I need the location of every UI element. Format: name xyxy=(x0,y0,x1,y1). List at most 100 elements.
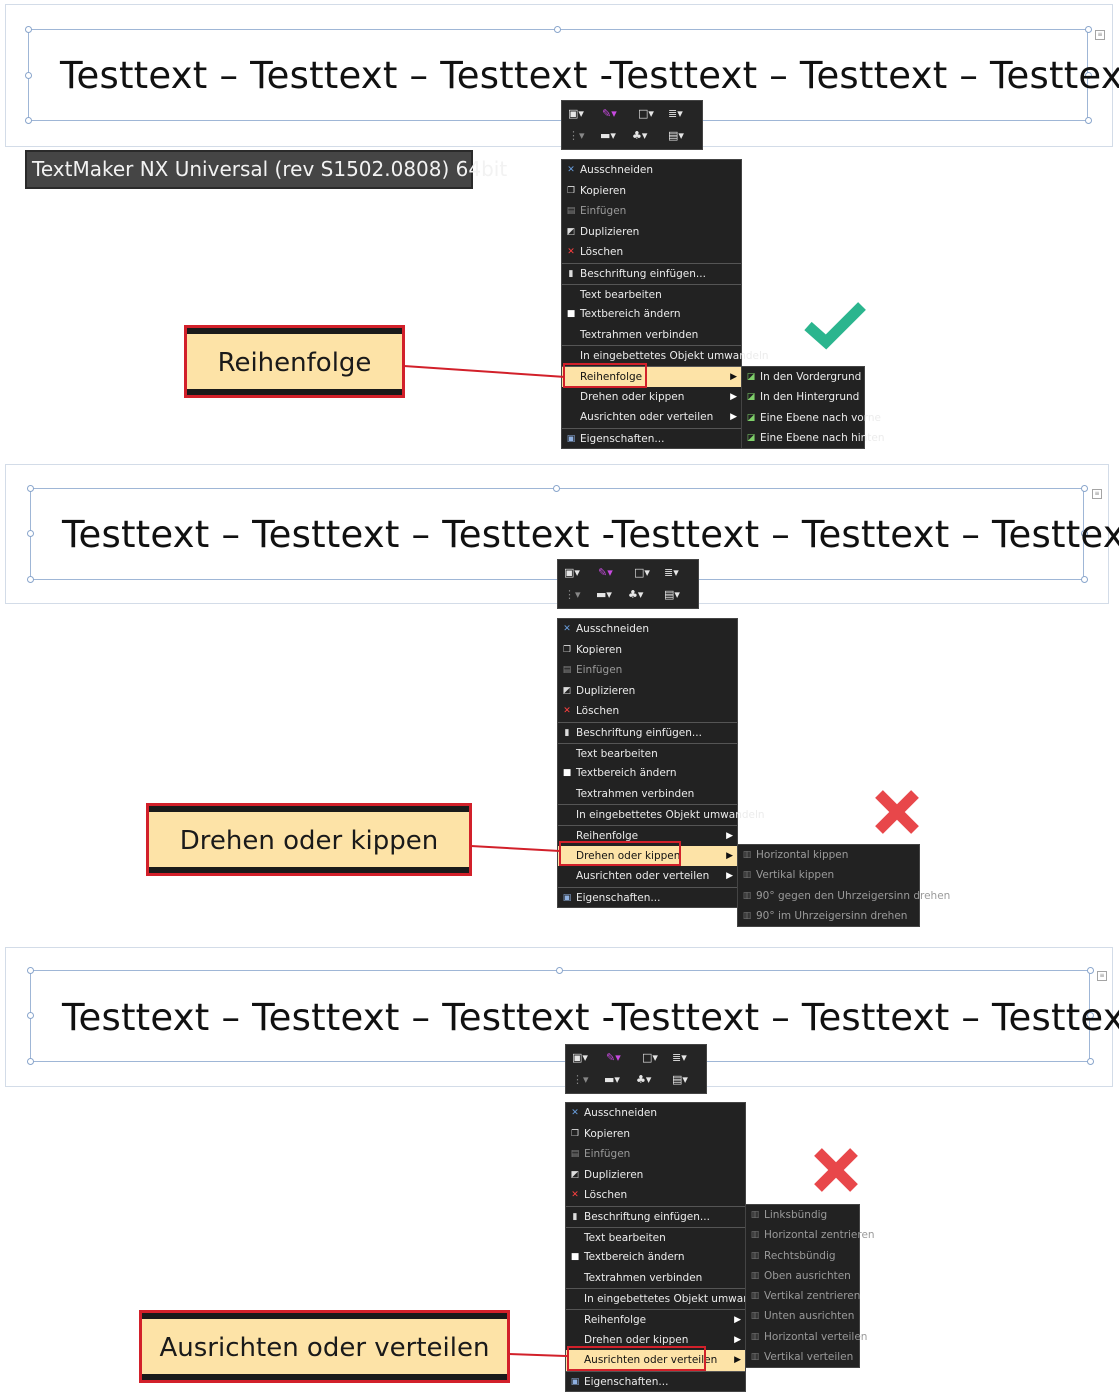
wrap-icon[interactable]: ▤▾ xyxy=(668,129,684,143)
submenu-item-in-den-hintergrund[interactable]: ◪ In den Hintergrund xyxy=(742,387,864,407)
menu-item-löschen[interactable]: ✕ Löschen xyxy=(562,242,741,263)
menu-item-ausrichten-oder-verteilen[interactable]: Ausrichten oder verteilen ▶ xyxy=(558,866,737,887)
menu-item-textrahmen-verbinden[interactable]: Textrahmen verbinden xyxy=(566,1268,745,1289)
submenu-item-oben-ausrichten[interactable]: ▥ Oben ausrichten xyxy=(746,1266,859,1286)
submenu-item-unten-ausrichten[interactable]: ▥ Unten ausrichten xyxy=(746,1306,859,1326)
fill-color-icon[interactable]: ▣▾ xyxy=(564,566,580,580)
arrange-icon[interactable]: ⋮▾ xyxy=(568,129,585,143)
menu-item-kopieren[interactable]: ❐ Kopieren xyxy=(566,1124,745,1145)
line-color-icon[interactable]: ✎▾ xyxy=(602,107,617,121)
selection-handle[interactable] xyxy=(27,485,34,492)
line-color-icon[interactable]: ✎▾ xyxy=(598,566,613,580)
submenu-item-vertikal-verteilen[interactable]: ▥ Vertikal verteilen xyxy=(746,1347,859,1367)
selection-handle[interactable] xyxy=(556,967,563,974)
menu-item-ausschneiden[interactable]: ✕ Ausschneiden xyxy=(566,1103,745,1124)
submenu-item-vertikal-zentrieren[interactable]: ▥ Vertikal zentrieren xyxy=(746,1286,861,1306)
menu-item-beschriftung-einfügen[interactable]: ▮ Beschriftung einfügen... xyxy=(566,1205,745,1227)
shadow-icon[interactable]: ▬▾ xyxy=(604,1073,620,1087)
menu-item-in-eingebettetes-objekt-umwandeln[interactable]: In eingebettetes Objekt umwandeln xyxy=(558,804,765,825)
menu-item-ausschneiden[interactable]: ✕ Ausschneiden xyxy=(562,160,741,181)
menu-item-text-bearbeiten[interactable]: Text bearbeiten xyxy=(558,742,737,764)
submenu-item-90-im-uhrzeigersinn-drehen[interactable]: ▥ 90° im Uhrzeigersinn drehen xyxy=(738,906,919,926)
menu-item-drehen-oder-kippen[interactable]: Drehen oder kippen ▶ xyxy=(562,387,741,408)
menu-item-textbereich-ändern[interactable]: ■ Textbereich ändern xyxy=(558,763,737,784)
line-style-icon[interactable]: ≣▾ xyxy=(672,1051,687,1065)
menu-item-duplizieren[interactable]: ◩ Duplizieren xyxy=(562,222,741,243)
menu-item-beschriftung-einfügen[interactable]: ▮ Beschriftung einfügen... xyxy=(558,721,737,743)
arrange-icon[interactable]: ⋮▾ xyxy=(572,1073,589,1087)
submenu-item-eine-ebene-nach-vorne[interactable]: ◪ Eine Ebene nach vorne xyxy=(742,408,881,428)
submenu-reihenfolge: ◪ In den Vordergrund ◪ In den Hintergrund ◪ E… xyxy=(741,366,885,450)
shape-outline-icon[interactable]: □▾ xyxy=(634,566,650,580)
submenu-item-eine-ebene-nach-hinten[interactable]: ◪ Eine Ebene nach hinten xyxy=(742,428,885,448)
selection-handle[interactable] xyxy=(553,485,560,492)
menu-item-textbereich-ändern[interactable]: ■ Textbereich ändern xyxy=(566,1247,745,1268)
submenu-item-horizontal-zentrieren[interactable]: ▥ Horizontal zentrieren xyxy=(746,1225,875,1245)
menu-item-ausrichten-oder-verteilen[interactable]: Ausrichten oder verteilen ▶ xyxy=(562,407,741,428)
menu-item-textbereich-ändern[interactable]: ■ Textbereich ändern xyxy=(562,304,741,325)
fill-color-icon[interactable]: ▣▾ xyxy=(572,1051,588,1065)
shadow-icon[interactable]: ▬▾ xyxy=(596,588,612,602)
menu-item-eigenschaften[interactable]: ▣ Eigenschaften... xyxy=(562,427,741,449)
selection-handle[interactable] xyxy=(25,72,32,79)
menu-item-löschen[interactable]: ✕ Löschen xyxy=(566,1185,745,1206)
selection-handle[interactable] xyxy=(1085,26,1092,33)
shadow-icon[interactable]: ▬▾ xyxy=(600,129,616,143)
selection-handle[interactable] xyxy=(554,26,561,33)
frame-options-icon[interactable]: ≡ xyxy=(1092,489,1102,499)
menu-item-text-bearbeiten[interactable]: Text bearbeiten xyxy=(566,1226,745,1248)
submenu-item-label: In den Hintergrund xyxy=(760,391,860,404)
selection-handle[interactable] xyxy=(25,117,32,124)
selection-handle[interactable] xyxy=(1081,576,1088,583)
submenu-item-label: Vertikal kippen xyxy=(756,869,835,882)
menu-item-einfügen[interactable]: ▤ Einfügen xyxy=(566,1144,745,1165)
frame-options-icon[interactable]: ≡ xyxy=(1097,971,1107,981)
selection-handle[interactable] xyxy=(1081,485,1088,492)
submenu-item-horizontal-verteilen[interactable]: ▥ Horizontal verteilen xyxy=(746,1327,868,1347)
selection-handle[interactable] xyxy=(27,530,34,537)
arrange-icon[interactable]: ⋮▾ xyxy=(564,588,581,602)
shape-outline-icon[interactable]: □▾ xyxy=(638,107,654,121)
effects-icon[interactable]: ♣▾ xyxy=(632,129,647,143)
menu-item-duplizieren[interactable]: ◩ Duplizieren xyxy=(566,1165,745,1186)
submenu-item-horizontal-kippen[interactable]: ▥ Horizontal kippen xyxy=(738,845,919,865)
selection-handle[interactable] xyxy=(1087,967,1094,974)
menu-item-kopieren[interactable]: ❐ Kopieren xyxy=(562,181,741,202)
frame-options-icon[interactable]: ≡ xyxy=(1095,30,1105,40)
selection-handle[interactable] xyxy=(25,26,32,33)
wrap-icon[interactable]: ▤▾ xyxy=(664,588,680,602)
line-style-icon[interactable]: ≣▾ xyxy=(664,566,679,580)
line-style-icon[interactable]: ≣▾ xyxy=(668,107,683,121)
menu-item-löschen[interactable]: ✕ Löschen xyxy=(558,701,737,722)
menu-item-text-bearbeiten[interactable]: Text bearbeiten xyxy=(562,283,741,305)
selection-handle[interactable] xyxy=(27,967,34,974)
line-color-icon[interactable]: ✎▾ xyxy=(606,1051,621,1065)
fill-color-icon[interactable]: ▣▾ xyxy=(568,107,584,121)
submenu-item-linksbündig[interactable]: ▥ Linksbündig xyxy=(746,1205,859,1225)
menu-item-beschriftung-einfügen[interactable]: ▮ Beschriftung einfügen... xyxy=(562,262,741,284)
effects-icon[interactable]: ♣▾ xyxy=(636,1073,651,1087)
selection-handle[interactable] xyxy=(27,576,34,583)
shape-outline-icon[interactable]: □▾ xyxy=(642,1051,658,1065)
menu-item-ausschneiden[interactable]: ✕ Ausschneiden xyxy=(558,619,737,640)
selection-handle[interactable] xyxy=(27,1058,34,1065)
menu-item-eigenschaften[interactable]: ▣ Eigenschaften... xyxy=(558,886,737,908)
menu-item-eigenschaften[interactable]: ▣ Eigenschaften... xyxy=(566,1370,745,1392)
effects-icon[interactable]: ♣▾ xyxy=(628,588,643,602)
menu-item-reihenfolge[interactable]: Reihenfolge ▶ xyxy=(566,1308,745,1330)
menu-item-einfügen[interactable]: ▤ Einfügen xyxy=(558,660,737,681)
submenu-item-vertikal-kippen[interactable]: ▥ Vertikal kippen xyxy=(738,865,919,885)
menu-item-textrahmen-verbinden[interactable]: Textrahmen verbinden xyxy=(558,784,737,805)
menu-item-kopieren[interactable]: ❐ Kopieren xyxy=(558,640,737,661)
menu-item-textrahmen-verbinden[interactable]: Textrahmen verbinden xyxy=(562,325,741,346)
menu-item-einfügen[interactable]: ▤ Einfügen xyxy=(562,201,741,222)
selection-handle[interactable] xyxy=(27,1012,34,1019)
submenu-item-in-den-vordergrund[interactable]: ◪ In den Vordergrund xyxy=(742,367,864,387)
wrap-icon[interactable]: ▤▾ xyxy=(672,1073,688,1087)
menu-item-in-eingebettetes-objekt-umwandeln[interactable]: In eingebettetes Objekt umwandeln xyxy=(566,1288,773,1309)
selection-handle[interactable] xyxy=(1087,1058,1094,1065)
submenu-item-rechtsbündig[interactable]: ▥ Rechtsbündig xyxy=(746,1246,859,1266)
selection-handle[interactable] xyxy=(1085,117,1092,124)
menu-item-duplizieren[interactable]: ◩ Duplizieren xyxy=(558,681,737,702)
submenu-item-90-gegen-den-uhrzeigersinn-drehen[interactable]: ▥ 90° gegen den Uhrzeigersinn drehen xyxy=(738,886,951,906)
